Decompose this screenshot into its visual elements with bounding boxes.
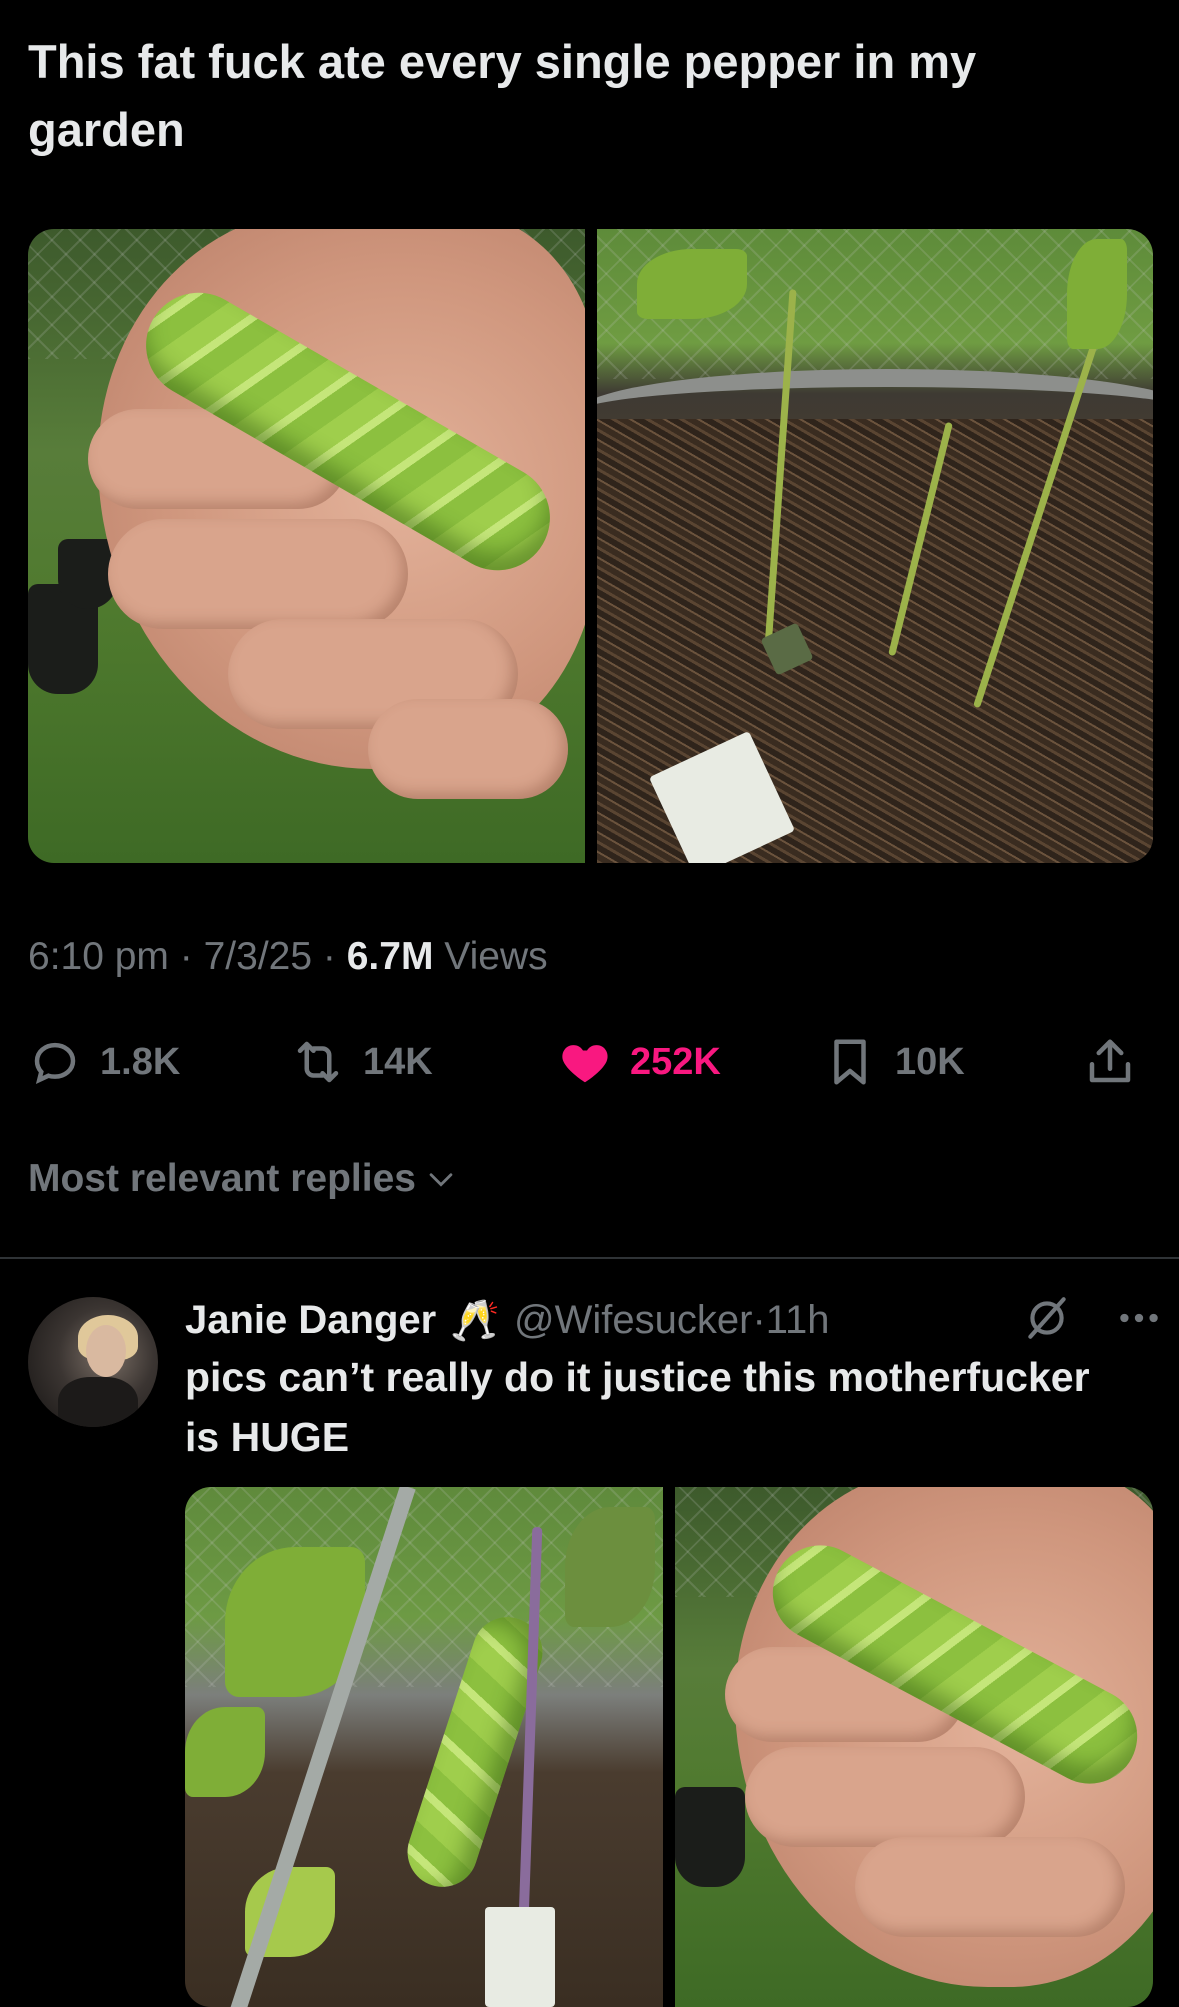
like-count: 252K: [630, 1040, 721, 1083]
retweet-icon: [297, 1041, 339, 1083]
bookmark-button[interactable]: 10K: [823, 1032, 965, 1092]
tweet-media[interactable]: [28, 229, 1153, 863]
reply-separator: ·: [752, 1297, 766, 1342]
photo-caterpillar-on-stake[interactable]: [185, 1487, 663, 2007]
bookmark-count: 10K: [895, 1040, 965, 1083]
heart-filled-icon: [562, 1045, 608, 1083]
grok-icon[interactable]: [1022, 1293, 1072, 1343]
reply-count: 1.8K: [100, 1040, 181, 1083]
views-count: 6.7M: [346, 935, 434, 978]
bookmark-icon: [834, 1039, 866, 1085]
reply-header-actions: [1022, 1293, 1164, 1343]
tweet-date: 7/3/25: [203, 935, 313, 978]
retweet-count: 14K: [363, 1040, 433, 1083]
reply-media[interactable]: [185, 1487, 1153, 2007]
share-icon: [1089, 1039, 1131, 1083]
reply-age: 11h: [765, 1297, 830, 1342]
speech-bubble-icon: [34, 1042, 76, 1085]
chevron-down-icon: [429, 1173, 453, 1187]
reply-author-handle[interactable]: @Wifesucker: [514, 1298, 752, 1343]
views-label: Views: [444, 935, 548, 978]
action-bar: 1.8K 14K 252K 10K: [28, 1032, 1143, 1092]
meta-separator: ·: [322, 935, 336, 978]
avatar[interactable]: [28, 1297, 158, 1427]
more-dots-icon[interactable]: [1114, 1293, 1164, 1343]
photo-caterpillar-in-hand[interactable]: [28, 229, 585, 863]
photo-garden-bed[interactable]: [596, 229, 1153, 863]
replies-sort-selector[interactable]: Most relevant replies: [28, 1157, 458, 1201]
tweet-meta: 6:10 pm · 7/3/25 · 6.7M Views: [28, 935, 548, 979]
reply-text: pics can’t really do it justice this mot…: [185, 1354, 1090, 1460]
divider: [0, 1257, 1179, 1259]
replies-sort-label: Most relevant replies: [28, 1157, 416, 1200]
champagne-emoji: 🥂: [450, 1298, 501, 1343]
retweet-button[interactable]: 14K: [291, 1032, 433, 1092]
meta-separator: ·: [179, 935, 193, 978]
tweet-text: This fat fuck ate every single pepper in…: [28, 35, 977, 156]
reply-header: Janie Danger 🥂 @Wifesucker · 11h: [185, 1290, 830, 1350]
like-button[interactable]: 252K: [558, 1032, 721, 1092]
tweet-time: 6:10 pm: [28, 935, 169, 978]
photo-caterpillar-in-hand-2[interactable]: [675, 1487, 1153, 2007]
reply-button[interactable]: 1.8K: [28, 1032, 180, 1092]
reply-author-name[interactable]: Janie Danger: [185, 1298, 436, 1343]
share-button[interactable]: [1083, 1032, 1137, 1092]
